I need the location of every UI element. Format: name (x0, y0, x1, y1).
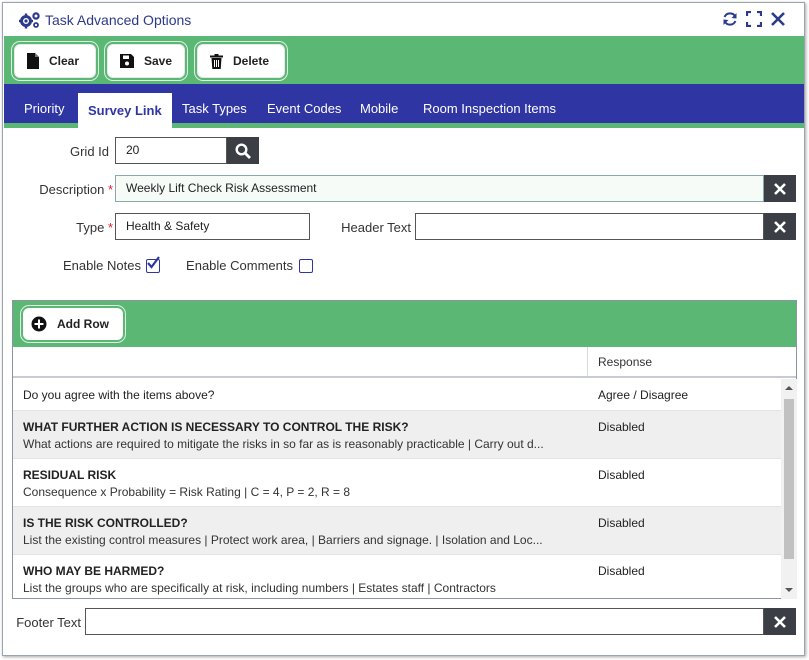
close-icon (774, 615, 786, 628)
table-row[interactable]: RESIDUAL RISK Consequence x Probability … (13, 459, 781, 507)
grid-toolbar: Add Row (13, 301, 796, 347)
add-row-button[interactable]: Add Row (23, 308, 123, 340)
row-response: Disabled (598, 516, 645, 530)
row-response: Disabled (598, 468, 645, 482)
scrollbar-thumb[interactable] (784, 399, 794, 559)
row-description: List the groups who are specifically at … (23, 581, 496, 595)
tab-event-codes[interactable]: Event Codes (257, 96, 351, 123)
footer-text-input[interactable] (85, 608, 764, 635)
title-bar: Task Advanced Options (3, 3, 804, 36)
tab-mobile[interactable]: Mobile (350, 96, 408, 123)
grid-id-input[interactable]: 20 (115, 137, 227, 164)
toolbar: Clear Save Delete (4, 36, 804, 84)
save-button[interactable]: Save (107, 44, 185, 78)
tab-task-types[interactable]: Task Types (172, 96, 257, 123)
add-row-label: Add Row (57, 317, 109, 331)
close-icon[interactable] (770, 11, 786, 27)
row-description: List the existing control measures | Pro… (23, 533, 543, 547)
dialog-title: Task Advanced Options (45, 12, 192, 28)
close-icon (774, 220, 786, 233)
table-row[interactable]: IS THE RISK CONTROLLED? List the existin… (13, 507, 781, 555)
grid-scrollbar[interactable] (781, 379, 797, 599)
clear-button[interactable]: Clear (14, 44, 96, 78)
expand-icon[interactable] (745, 10, 763, 28)
tab-room-inspection-items[interactable]: Room Inspection Items (413, 96, 566, 123)
delete-button-label: Delete (233, 54, 270, 68)
tab-bar: Priority Survey Link Task Types Event Co… (4, 84, 804, 128)
description-label: Description * (39, 182, 113, 197)
row-response: Agree / Disagree (598, 388, 689, 402)
row-description: What actions are required to mitigate th… (23, 437, 544, 451)
description-input[interactable]: Weekly Lift Check Risk Assessment (115, 175, 764, 202)
scroll-down-icon[interactable] (781, 585, 797, 595)
row-question: IS THE RISK CONTROLLED? (23, 516, 188, 530)
row-question: Do you agree with the items above? (23, 388, 215, 402)
table-row[interactable]: WHAT FURTHER ACTION IS NECESSARY TO CONT… (13, 411, 781, 459)
required-marker: * (107, 182, 113, 197)
gears-icon (19, 12, 40, 29)
table-row[interactable]: Do you agree with the items above? Agree… (13, 379, 781, 411)
scroll-up-icon[interactable] (781, 383, 797, 393)
enable-notes-checkbox[interactable] (146, 256, 160, 273)
grid-id-search-button[interactable] (227, 137, 259, 164)
row-response: Disabled (598, 564, 645, 578)
row-question: WHO MAY BE HARMED? (23, 564, 165, 578)
response-column-header[interactable]: Response (598, 355, 652, 369)
row-question: WHAT FURTHER ACTION IS NECESSARY TO CONT… (23, 420, 409, 434)
survey-grid-panel: Add Row Response Do you agree with the i… (12, 300, 797, 599)
enable-notes-label: Enable Notes (62, 258, 141, 273)
tab-priority[interactable]: Priority (14, 96, 74, 123)
floppy-disk-icon (120, 54, 134, 68)
type-label: Type * (76, 220, 113, 235)
search-icon (235, 142, 251, 159)
save-button-label: Save (144, 54, 173, 68)
grid-id-label: Grid Id (69, 144, 109, 159)
task-advanced-options-dialog: Task Advanced Options Clear Save Delete … (2, 2, 805, 656)
trash-icon (210, 53, 223, 69)
row-description: Consequence x Probability = Risk Rating … (23, 485, 351, 499)
close-icon (774, 182, 786, 195)
enable-comments-checkbox[interactable] (299, 259, 313, 273)
refresh-icon[interactable] (722, 11, 738, 27)
grid-rows: Do you agree with the items above? Agree… (13, 379, 781, 599)
row-response: Disabled (598, 420, 645, 434)
delete-button[interactable]: Delete (197, 44, 285, 78)
file-icon (27, 53, 39, 69)
header-text-input[interactable] (415, 213, 764, 240)
footer-text-clear-button[interactable] (764, 608, 796, 635)
header-text-clear-button[interactable] (764, 213, 796, 240)
plus-circle-icon (31, 316, 47, 332)
required-marker: * (107, 220, 113, 235)
footer-text-label: Footer Text (16, 615, 81, 630)
checkmark-icon (147, 256, 160, 269)
header-text-label: Header Text (341, 220, 411, 235)
clear-button-label: Clear (49, 54, 80, 68)
type-input[interactable]: Health & Safety (115, 213, 310, 240)
description-clear-button[interactable] (764, 175, 796, 202)
enable-comments-label: Enable Comments (186, 258, 293, 273)
tab-survey-link[interactable]: Survey Link (78, 93, 172, 128)
table-row[interactable]: WHO MAY BE HARMED? List the groups who a… (13, 555, 781, 599)
row-question: RESIDUAL RISK (23, 468, 117, 482)
grid-header: Response (13, 347, 796, 378)
